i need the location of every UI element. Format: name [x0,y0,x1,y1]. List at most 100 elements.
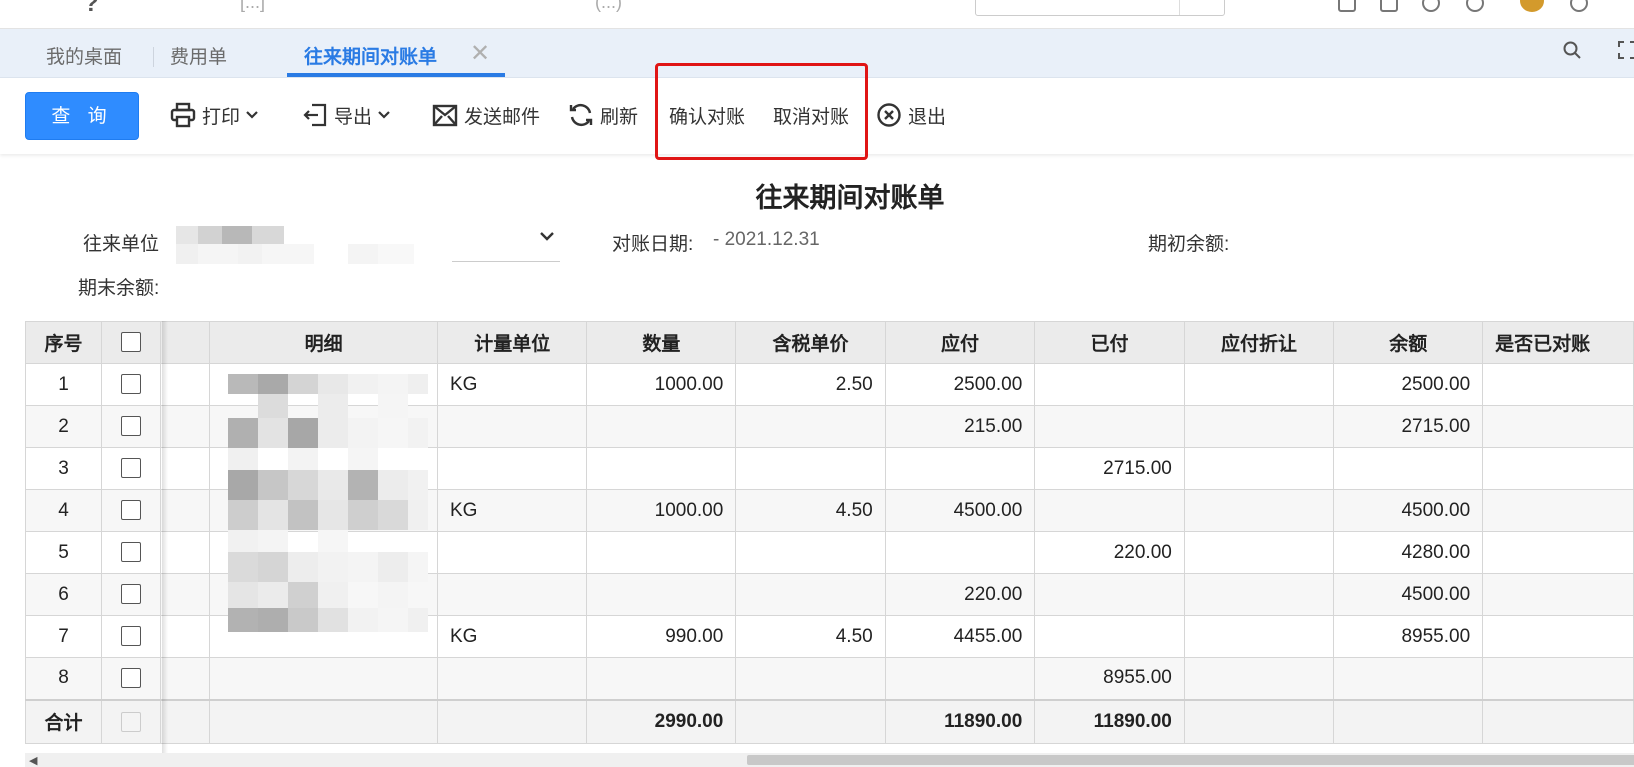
row-select[interactable] [101,405,161,448]
recon-date-value[interactable]: - 2021.12.31 [713,229,820,251]
row-paid [1034,405,1185,448]
tab-my-desktop[interactable]: 我的桌面 [46,42,122,69]
global-search-input[interactable] [975,0,1225,16]
row-checkbox[interactable] [121,458,141,479]
opening-balance-label: 期初余额: [1148,234,1230,255]
disabled-checkbox [121,711,141,732]
row-seq: 3 [24,447,103,490]
notification-icon[interactable] [1338,0,1356,12]
user-avatar[interactable] [1520,0,1544,12]
row-seq: 7 [24,615,103,658]
frozen-column-shadow [162,321,168,753]
refresh-label: 刷新 [600,106,639,128]
col-header-paid[interactable]: 已付 [1034,321,1185,364]
tab-close-icon[interactable]: ✕ [470,39,490,68]
row-price: 4.50 [735,489,886,532]
select-all-checkbox[interactable] [121,332,141,353]
fullscreen-icon[interactable] [1618,41,1634,59]
row-qty [586,531,737,574]
row-seq: 5 [24,531,103,574]
row-price: 2.50 [735,363,886,406]
col-header-seq[interactable]: 序号 [24,321,103,364]
row-detail [209,657,438,700]
exit-button[interactable]: 退出 [876,99,946,131]
row-checkbox[interactable] [121,668,141,689]
row-checkbox[interactable] [121,542,141,563]
row-seq: 1 [24,363,103,406]
total-select [101,698,161,744]
col-header-balance[interactable]: 余额 [1333,321,1484,364]
total-unit [436,698,588,744]
horizontal-scrollbar[interactable]: ◀ [25,753,1634,767]
row-select[interactable] [101,447,161,490]
export-button[interactable]: 导出 [302,99,390,131]
row-seq: 2 [24,405,103,448]
help-icon[interactable] [1422,0,1440,12]
row-qty [586,573,737,616]
search-icon[interactable] [1563,41,1581,59]
table-row[interactable]: 8 8955.00 [24,657,1634,700]
row-unit: KG [436,363,588,406]
settings-icon[interactable] [1466,0,1484,12]
total-payable: 11890.00 [884,698,1036,744]
tab-expense[interactable]: 费用单 [170,42,227,69]
row-payable: 4455.00 [884,615,1036,658]
total-paid: 11890.00 [1034,698,1185,744]
send-mail-button[interactable]: 发送邮件 [432,99,540,131]
row-reconciled [1482,489,1634,532]
row-checkbox[interactable] [121,626,141,647]
row-price [735,405,886,448]
col-header-payable[interactable]: 应付 [884,321,1036,364]
row-select[interactable] [101,363,161,406]
row-balance [1333,447,1484,490]
refresh-button[interactable]: 刷新 [568,99,638,131]
row-select[interactable] [101,489,161,532]
col-header-discount[interactable]: 应付折让 [1183,321,1335,364]
row-unit [436,405,588,448]
row-checkbox[interactable] [121,500,141,521]
row-discount [1183,573,1335,616]
row-unit: KG [436,489,588,532]
scrollbar-thumb[interactable] [747,755,1634,765]
row-paid [1034,615,1185,658]
col-header-qty[interactable]: 数量 [586,321,737,364]
row-checkbox[interactable] [121,374,141,395]
mail-icon[interactable] [1380,0,1398,12]
row-reconciled [1482,531,1634,574]
row-payable: 220.00 [884,573,1036,616]
row-reconciled [1482,363,1634,406]
row-reconciled [1482,615,1634,658]
row-select[interactable] [101,657,161,700]
row-checkbox[interactable] [121,584,141,605]
row-select[interactable] [101,573,161,616]
col-header-select[interactable] [101,321,161,364]
export-icon [303,103,327,127]
row-paid: 2715.00 [1034,447,1185,490]
total-row: 合计 2990.00 11890.00 11890.00 [24,698,1634,744]
row-price [735,447,886,490]
row-payable [884,447,1036,490]
power-icon[interactable] [1570,0,1588,12]
col-header-price[interactable]: 含税单价 [735,321,886,364]
row-unit: KG [436,615,588,658]
total-label: 合计 [24,698,103,744]
printer-icon [170,102,196,128]
closing-balance-label: 期末余额: [78,278,160,299]
col-header-unit[interactable]: 计量单位 [436,321,588,364]
chevron-down-icon[interactable] [540,232,554,242]
app-brand: ? [84,0,99,17]
row-paid [1034,489,1185,532]
chevron-down-icon [246,111,258,119]
col-header-detail[interactable]: 明细 [209,321,438,364]
col-header-reconciled[interactable]: 是否已对账 [1482,321,1634,364]
query-button[interactable]: 查 询 [25,92,139,140]
row-select[interactable] [101,531,161,574]
total-reconciled [1482,698,1634,744]
row-reconciled [1482,657,1634,700]
scroll-left-arrow-icon[interactable]: ◀ [29,754,37,767]
print-button[interactable]: 打印 [170,99,258,131]
tab-separator [153,47,154,67]
row-select[interactable] [101,615,161,658]
tab-period-statement[interactable]: 往来期间对账单 [304,42,437,69]
row-checkbox[interactable] [121,416,141,437]
